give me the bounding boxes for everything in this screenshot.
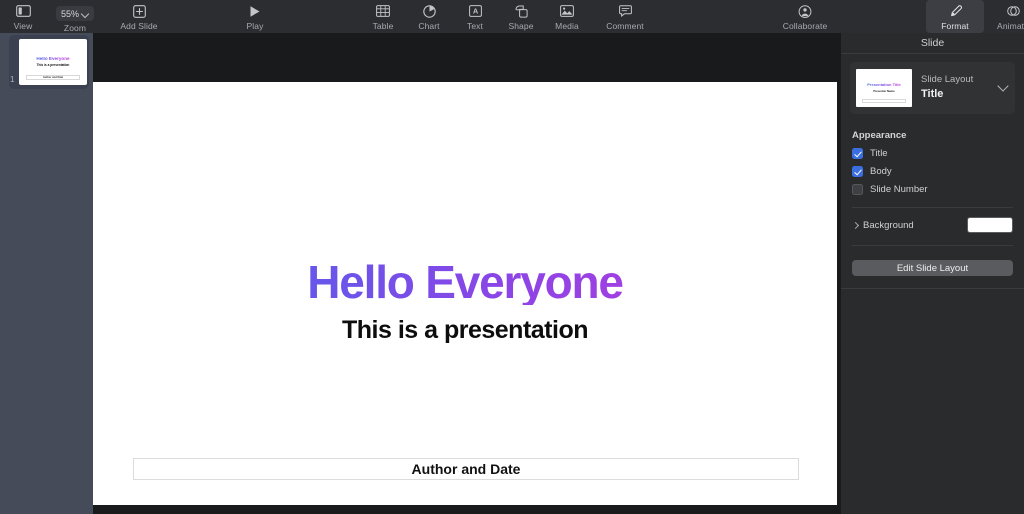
view-panel-icon <box>16 3 31 19</box>
checkbox-title-label: Title <box>870 148 888 159</box>
slide-layout-text: Slide Layout Title <box>912 74 997 102</box>
play-button[interactable]: Play <box>232 0 278 33</box>
thumbnail-title: Hello Everyone <box>36 57 69 62</box>
zoom-stepper[interactable]: 55% <box>56 6 94 21</box>
thumbnail-footer-box: Author and Date <box>26 75 80 80</box>
format-label: Format <box>941 21 969 31</box>
main-toolbar: View 55% Zoom Add Slide Pl <box>0 0 1024 33</box>
slide-layout-thumbnail: Presentation Title Presenter Name <box>856 69 912 107</box>
checkbox-title[interactable] <box>852 148 863 159</box>
text-button[interactable]: A Text <box>452 0 498 33</box>
chevron-right-icon[interactable] <box>850 223 861 228</box>
appearance-option-title[interactable]: Title <box>852 148 1024 159</box>
play-label: Play <box>247 21 264 31</box>
layout-thumb-footer-box <box>862 99 906 104</box>
background-divider <box>852 245 1013 246</box>
zoom-label: Zoom <box>64 23 86 33</box>
slide-navigator[interactable]: Hello Everyone This is a presentation Au… <box>0 33 93 514</box>
format-sidebar: Slide Presentation Title Presenter Name … <box>841 33 1024 514</box>
slide-layout-selector[interactable]: Presentation Title Presenter Name Slide … <box>850 62 1015 114</box>
sidebar-bottom-divider <box>841 288 1024 289</box>
media-image-icon <box>560 3 574 19</box>
slide-canvas[interactable]: Hello Everyone This is a presentation Au… <box>93 33 841 514</box>
media-button[interactable]: Media <box>544 0 590 33</box>
edit-slide-layout-button[interactable]: Edit Slide Layout <box>852 260 1013 276</box>
format-tab[interactable]: Format <box>926 0 984 33</box>
slide-thumbnail-item[interactable]: Hello Everyone This is a presentation Au… <box>5 35 88 89</box>
view-button[interactable]: View <box>0 0 46 33</box>
table-label: Table <box>373 21 394 31</box>
checkbox-slide-number-label: Slide Number <box>870 184 928 195</box>
zoom-control[interactable]: 55% Zoom <box>46 0 104 33</box>
slide-author-placeholder[interactable]: Author and Date <box>133 458 799 480</box>
table-button[interactable]: Table <box>360 0 406 33</box>
thumbnail-footer-text: Author and Date <box>43 76 63 79</box>
animate-icon <box>1006 3 1021 19</box>
shape-label: Shape <box>508 21 533 31</box>
chart-button[interactable]: Chart <box>406 0 452 33</box>
slide-layout-value: Title <box>921 87 997 102</box>
slide-author-text: Author and Date <box>412 461 521 477</box>
animate-tab[interactable]: Animate <box>984 0 1024 33</box>
appearance-option-body[interactable]: Body <box>852 166 1024 177</box>
comment-label: Comment <box>606 21 644 31</box>
slide-subtitle-text[interactable]: This is a presentation <box>93 316 837 345</box>
edit-slide-layout-label: Edit Slide Layout <box>897 263 968 274</box>
zoom-value: 55% <box>61 9 79 19</box>
appearance-heading: Appearance <box>852 130 1024 141</box>
table-icon <box>376 3 390 19</box>
shape-icon <box>515 3 528 19</box>
play-icon <box>249 3 261 19</box>
media-label: Media <box>555 21 579 31</box>
appearance-divider <box>852 207 1013 208</box>
collaborate-label: Collaborate <box>783 21 828 31</box>
slide-number-label: 1 <box>10 75 14 84</box>
slide-surface[interactable]: Hello Everyone This is a presentation Au… <box>93 82 837 505</box>
checkbox-body[interactable] <box>852 166 863 177</box>
slide-thumbnail-preview[interactable]: Hello Everyone This is a presentation Au… <box>19 39 87 85</box>
chevron-down-icon[interactable] <box>997 86 1009 90</box>
text-box-icon: A <box>469 3 482 19</box>
background-row[interactable]: Background <box>850 217 1013 233</box>
add-slide-button[interactable]: Add Slide <box>104 0 174 33</box>
appearance-option-slide-number[interactable]: Slide Number <box>852 184 1024 195</box>
chart-pie-icon <box>423 3 436 19</box>
background-label: Background <box>863 220 914 231</box>
comment-bubble-icon <box>619 3 632 19</box>
add-slide-icon <box>133 3 146 19</box>
animate-label: Animate <box>997 21 1024 31</box>
slide-title-text[interactable]: Hello Everyone <box>93 259 837 305</box>
background-color-swatch[interactable] <box>967 217 1013 233</box>
thumbnail-subtitle: This is a presentation <box>37 63 70 67</box>
chart-label: Chart <box>418 21 439 31</box>
format-brush-icon <box>949 3 962 19</box>
collaborate-icon <box>798 3 812 19</box>
layout-thumb-title: Presentation Title <box>867 83 901 87</box>
text-label: Text <box>467 21 483 31</box>
svg-text:A: A <box>472 7 478 16</box>
layout-thumb-subtitle: Presenter Name <box>873 89 894 93</box>
chevron-down-icon <box>82 10 89 17</box>
comment-button[interactable]: Comment <box>590 0 660 33</box>
sidebar-title-divider <box>841 53 1024 54</box>
view-label: View <box>14 21 33 31</box>
collaborate-button[interactable]: Collaborate <box>770 0 840 33</box>
checkbox-slide-number[interactable] <box>852 184 863 195</box>
slide-layout-label: Slide Layout <box>921 74 997 87</box>
toolbar-items: View 55% Zoom Add Slide Pl <box>0 0 1024 33</box>
sidebar-panel-title: Slide <box>841 33 1024 53</box>
shape-button[interactable]: Shape <box>498 0 544 33</box>
keynote-window: View 55% Zoom Add Slide Pl <box>0 0 1024 514</box>
checkbox-body-label: Body <box>870 166 892 177</box>
add-slide-label: Add Slide <box>120 21 157 31</box>
